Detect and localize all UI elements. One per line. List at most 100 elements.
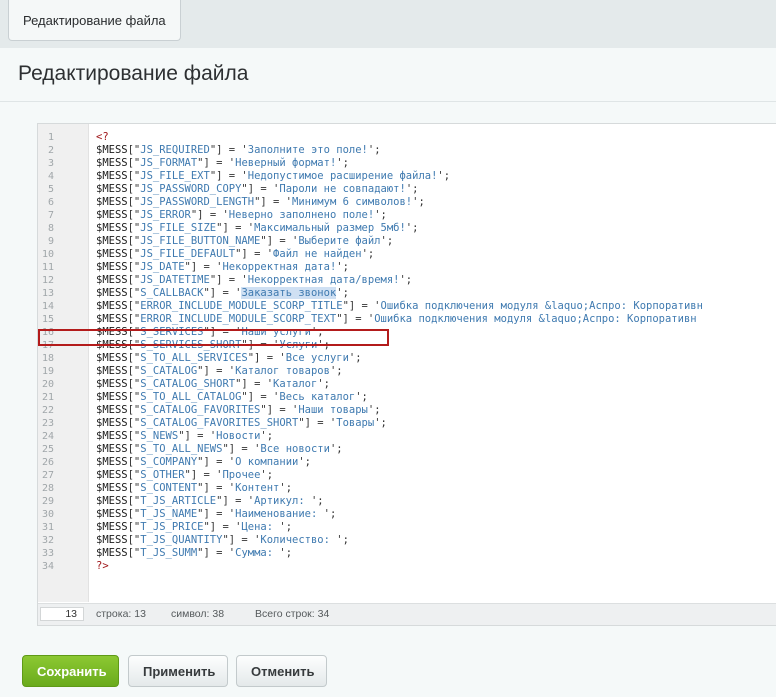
- php-close-tag: ?>: [96, 560, 109, 572]
- code-var: $MESS: [96, 456, 128, 468]
- code-line[interactable]: 27 $MESS["S_OTHER"] = 'Прочее';: [38, 469, 776, 482]
- line-number: 33: [41, 548, 54, 559]
- line-number: 19: [41, 366, 54, 377]
- line-number: 9: [47, 236, 54, 247]
- code-line[interactable]: 25 $MESS["S_TO_ALL_NEWS"] = 'Все новости'…: [38, 443, 776, 456]
- code-punct: = ': [228, 495, 255, 507]
- line-number: 3: [47, 158, 54, 169]
- code-text: $MESS["S_TO_ALL_NEWS"] = 'Все новости';: [96, 443, 343, 456]
- code-punct: = ': [260, 352, 286, 364]
- code-punct: ';: [374, 209, 387, 221]
- save-button[interactable]: Сохранить: [22, 655, 119, 687]
- editor-status-bar: 13 строка: 13 символ: 38 Всего строк: 34: [38, 603, 776, 625]
- code-line[interactable]: 32 $MESS["T_JS_QUANTITY"] = 'Количество: …: [38, 534, 776, 547]
- code-line[interactable]: 18 $MESS["S_TO_ALL_SERVICES"] = 'Все услу…: [38, 352, 776, 365]
- line-number: 11: [41, 262, 54, 273]
- code-line[interactable]: 14 $MESS["ERROR_INCLUDE_MODULE_SCORP_TITL…: [38, 300, 776, 313]
- code-line[interactable]: 11 $MESS["JS_DATE"] = 'Некорректная дата!…: [38, 261, 776, 274]
- code-string: Наши товары: [298, 404, 368, 416]
- code-line[interactable]: 8 $MESS["JS_FILE_SIZE"] = 'Максимальный р…: [38, 222, 776, 235]
- code-key: S_OTHER: [140, 469, 185, 481]
- code-line[interactable]: 28 $MESS["S_CONTENT"] = 'Контент';: [38, 482, 776, 495]
- code-string: Прочее: [222, 469, 261, 481]
- code-punct: [": [127, 495, 141, 507]
- line-number: 32: [41, 535, 54, 546]
- code-line[interactable]: 12 $MESS["JS_DATETIME"] = 'Некорректная д…: [38, 274, 776, 287]
- code-var: $MESS: [96, 430, 128, 442]
- code-punct: ';: [336, 261, 349, 273]
- code-line[interactable]: 26 $MESS["S_COMPANY"] = 'О компании';: [38, 456, 776, 469]
- code-punct: ';: [279, 547, 293, 559]
- status-total-lines: Всего строк: 34: [255, 608, 330, 620]
- code-line[interactable]: 6 $MESS["JS_PASSWORD_LENGTH"] = 'Минимум …: [38, 196, 776, 209]
- code-punct: ';: [329, 365, 343, 377]
- code-editor[interactable]: 1 <? 2 $MESS["JS_REQUIRED"] = 'Заполните эт…: [37, 123, 776, 626]
- code-punct: [": [127, 157, 141, 169]
- apply-button[interactable]: Применить: [128, 655, 228, 687]
- line-number: 15: [41, 314, 54, 325]
- code-key: S_COMPANY: [140, 456, 198, 468]
- code-string: Товары: [336, 417, 375, 429]
- code-key: S_TO_ALL_NEWS: [140, 443, 223, 455]
- code-line[interactable]: 7 $MESS["JS_ERROR"] = 'Неверно заполнено …: [38, 209, 776, 222]
- code-line[interactable]: 31 $MESS["T_JS_PRICE"] = 'Цена: ';: [38, 521, 776, 534]
- line-number: 6: [47, 197, 54, 208]
- code-punct: [": [127, 378, 141, 390]
- code-line[interactable]: 24 $MESS["S_NEWS"] = 'Новости';: [38, 430, 776, 443]
- code-line[interactable]: 4 $MESS["JS_FILE_EXT"] = 'Недопустимое ра…: [38, 170, 776, 183]
- status-line: строка: 13: [96, 608, 146, 620]
- code-key: S_CALLBACK: [140, 287, 204, 299]
- code-line[interactable]: 33 $MESS["T_JS_SUMM"] = 'Сумма: ';: [38, 547, 776, 560]
- code-key: S_CATALOG_FAVORITES_SHORT: [140, 417, 299, 429]
- code-line[interactable]: 22 $MESS["S_CATALOG_FAVORITES"] = 'Наши т…: [38, 404, 776, 417]
- code-punct: [": [127, 534, 141, 546]
- code-punct: ';: [361, 248, 375, 260]
- code-string: Каталог: [273, 378, 318, 390]
- code-var: $MESS: [96, 521, 128, 533]
- code-line[interactable]: 2 $MESS["JS_REQUIRED"] = 'Заполните это п…: [38, 144, 776, 157]
- code-punct: = ': [266, 196, 293, 208]
- code-punct: [": [127, 287, 141, 299]
- code-punct: "]: [216, 222, 229, 234]
- current-line-input[interactable]: 13: [40, 607, 84, 621]
- code-text: $MESS["JS_FILE_DEFAULT"] = 'Файл не найд…: [96, 248, 374, 261]
- code-punct: "]: [203, 521, 217, 533]
- code-line[interactable]: 3 $MESS["JS_FORMAT"] = 'Неверный формат!'…: [38, 157, 776, 170]
- cancel-button[interactable]: Отменить: [236, 655, 327, 687]
- code-line[interactable]: 1 <?: [38, 131, 776, 144]
- code-line[interactable]: 13 $MESS["S_CALLBACK"] = 'Заказать звонок…: [38, 287, 776, 300]
- code-punct: = ': [216, 287, 242, 299]
- code-line[interactable]: 10 $MESS["JS_FILE_DEFAULT"] = 'Файл не на…: [38, 248, 776, 261]
- code-line[interactable]: 9 $MESS["JS_FILE_BUTTON_NAME"] = 'Выберит…: [38, 235, 776, 248]
- code-punct: "]: [241, 183, 255, 195]
- code-punct: = ': [235, 443, 261, 455]
- code-string: Файл не найден: [273, 248, 362, 260]
- code-line[interactable]: 29 $MESS["T_JS_ARTICLE"] = 'Артикул: ';: [38, 495, 776, 508]
- code-key: S_CATALOG_SHORT: [140, 378, 236, 390]
- code-line[interactable]: 21 $MESS["S_TO_ALL_CATALOG"] = 'Весь ката…: [38, 391, 776, 404]
- code-string: Максимальный размер 5мб!: [254, 222, 406, 234]
- code-string: Ошибка подключения модуля &laquo;Аспро: …: [374, 313, 697, 325]
- code-punct: [": [127, 183, 141, 195]
- line-number: 8: [47, 223, 54, 234]
- code-punct: "]: [336, 313, 349, 325]
- code-line[interactable]: 15 $MESS["ERROR_INCLUDE_MODULE_SCORP_TEXT…: [38, 313, 776, 326]
- code-line[interactable]: 34 ?>: [38, 560, 776, 573]
- tab-edit-file[interactable]: Редактирование файла: [8, 0, 181, 41]
- code-var: $MESS: [96, 417, 128, 429]
- code-punct: "]: [190, 209, 204, 221]
- code-line[interactable]: 19 $MESS["S_CATALOG"] = 'Каталог товаров'…: [38, 365, 776, 378]
- code-key: JS_DATETIME: [140, 274, 210, 286]
- main-panel: Редактирование файла 1 <? 2 $MESS["JS_REQUI…: [0, 48, 776, 697]
- code-line[interactable]: 23 $MESS["S_CATALOG_FAVORITES_SHORT"] = '…: [38, 417, 776, 430]
- code-var: $MESS: [96, 313, 128, 325]
- code-punct: "]: [241, 391, 255, 403]
- code-line[interactable]: 5 $MESS["JS_PASSWORD_COPY"] = 'Пароли не …: [38, 183, 776, 196]
- code-punct: ';: [374, 417, 387, 429]
- code-punct: [": [127, 469, 141, 481]
- code-line[interactable]: 30 $MESS["T_JS_NAME"] = 'Наименование: ';: [38, 508, 776, 521]
- code-area[interactable]: 1 <? 2 $MESS["JS_REQUIRED"] = 'Заполните эт…: [38, 131, 776, 573]
- line-number: 23: [41, 418, 54, 429]
- code-line[interactable]: 20 $MESS["S_CATALOG_SHORT"] = 'Каталог';: [38, 378, 776, 391]
- code-key: JS_DATE: [140, 261, 185, 273]
